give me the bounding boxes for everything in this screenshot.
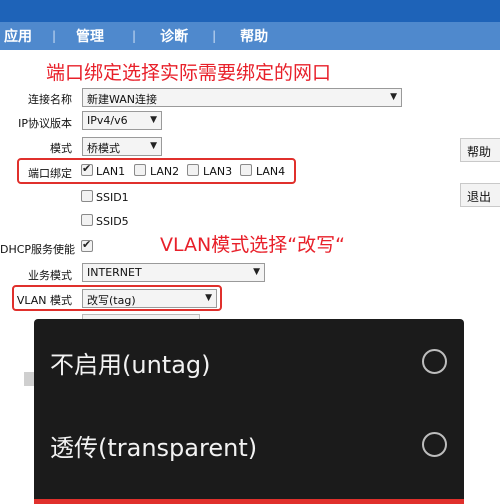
dropdown-arrow-icon: ▼ [150,141,157,151]
ip-version-value: IPv4/v6 [87,114,128,127]
ssid5-label: SSID5 [96,215,129,228]
nav-separator: | [52,29,57,43]
vlan-annotation: VLAN模式选择“改写“ [160,234,345,256]
dropdown-arrow-icon: ▼ [390,92,397,102]
connection-name-label: 连接名称 [28,93,72,106]
connection-name-select[interactable]: 新建WAN连接 ▼ [82,88,402,107]
ip-version-select[interactable]: IPv4/v6 ▼ [82,111,162,130]
ssid5-checkbox[interactable] [81,214,93,226]
dropdown-selected-edge [34,499,464,504]
exit-button[interactable]: 退出 [460,183,500,207]
lan4-checkbox[interactable] [240,164,252,176]
ssid1-label: SSID1 [96,191,129,204]
hidden-label [24,372,34,386]
main-nav: 应用 | 管理 | 诊断 | 帮助 [0,22,500,50]
nav-separator: | [212,29,217,43]
mode-value: 桥模式 [87,142,120,155]
dropdown-arrow-icon: ▼ [205,293,212,303]
lan4-label: LAN4 [256,165,286,178]
lan1-checkbox[interactable] [81,162,93,176]
lan3-label: LAN3 [203,165,233,178]
port-binding-annotation: 端口绑定选择实际需要绑定的网口 [46,62,332,84]
nav-item-help[interactable]: 帮助 [240,26,268,46]
connection-name-value: 新建WAN连接 [87,93,158,106]
vlan-mode-value: 改写(tag) [87,294,136,307]
vlan-mode-label: VLAN 模式 [16,294,72,307]
dropdown-option-transparent[interactable]: 透传(transparent) [34,414,464,474]
lan2-label: LAN2 [150,165,180,178]
radio-icon[interactable] [422,432,447,457]
help-button[interactable]: 帮助 [460,138,500,162]
ssid1-checkbox[interactable] [81,190,93,202]
header-bar [0,0,500,22]
radio-icon[interactable] [422,349,447,374]
nav-item-diagnose[interactable]: 诊断 [160,26,188,46]
service-mode-label: 业务模式 [28,269,72,282]
dropdown-option-untag[interactable]: 不启用(untag) [34,331,464,391]
service-mode-value: INTERNET [87,266,142,279]
ip-version-label: IP协议版本 [18,117,72,130]
mode-select[interactable]: 桥模式 ▼ [82,137,162,156]
mode-label: 模式 [50,142,72,155]
service-mode-select[interactable]: INTERNET ▼ [82,263,265,282]
dhcp-service-checkbox[interactable] [81,238,93,252]
lan3-checkbox[interactable] [187,164,199,176]
dropdown-option-label: 不启用(untag) [50,351,211,379]
port-binding-label: 端口绑定 [28,167,72,180]
dropdown-arrow-icon: ▼ [253,267,260,277]
dropdown-option-label: 透传(transparent) [50,434,258,462]
vlan-mode-select[interactable]: 改写(tag) ▼ [82,289,217,308]
lan2-checkbox[interactable] [134,164,146,176]
dropdown-arrow-icon: ▼ [150,115,157,125]
nav-item-manage[interactable]: 管理 [76,26,104,46]
nav-item-apply[interactable]: 应用 [4,26,32,46]
vlan-mode-dropdown: 不启用(untag) 透传(transparent) [34,319,464,504]
dhcp-service-label: DHCP服务使能 [0,243,76,256]
lan1-label: LAN1 [96,165,126,178]
nav-separator: | [132,29,137,43]
